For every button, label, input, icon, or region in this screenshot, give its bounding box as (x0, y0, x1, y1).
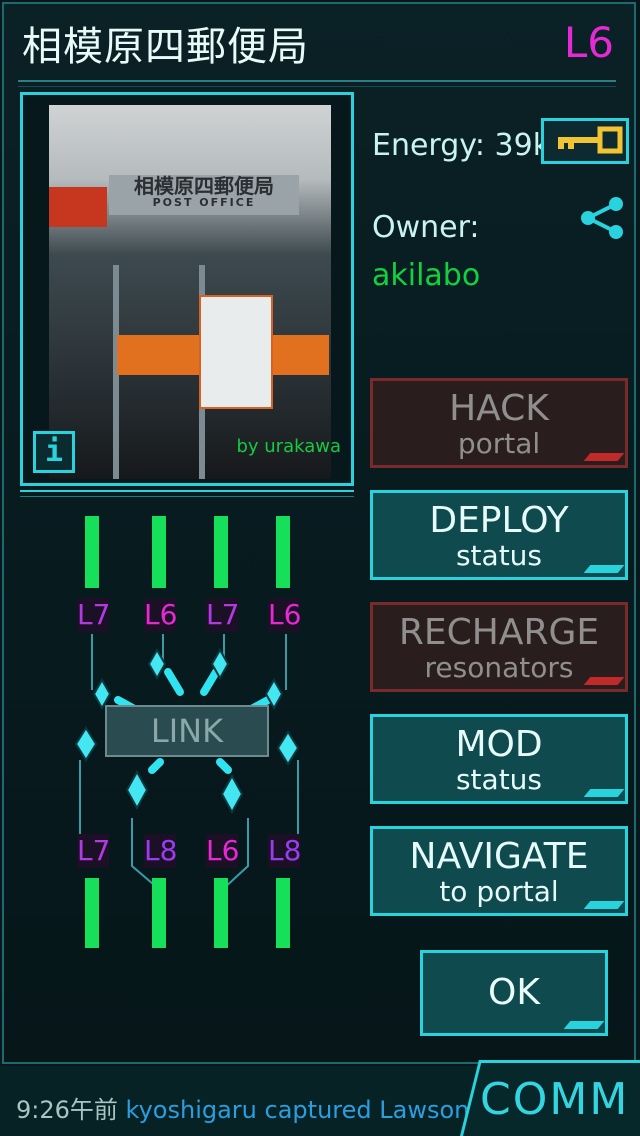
portal-level: L6 (563, 18, 614, 67)
energy-label: Energy: (372, 128, 485, 163)
resonator-bar-top-1 (85, 516, 99, 588)
resonator-bar-bottom-3 (214, 878, 228, 948)
ok-button[interactable]: OK (420, 950, 608, 1036)
navigate-button-label: NAVIGATE (409, 836, 589, 877)
ok-button-corner (563, 1021, 605, 1029)
navigate-button-sublabel: to portal (439, 875, 559, 908)
resonator-level-top-2[interactable]: L6 (144, 598, 177, 632)
deploy-button-sublabel: status (455, 539, 543, 572)
comm-tab-label[interactable]: COMM (480, 1074, 629, 1125)
comm-message[interactable]: 9:26午前 kyoshigaru captured Lawson (16, 1090, 469, 1125)
hack-button-corner (583, 453, 625, 461)
info-button[interactable]: i (33, 431, 75, 473)
link-button[interactable]: LINK (105, 705, 269, 757)
mod-button-corner (583, 789, 625, 797)
energy-readout: Energy: 39k (372, 128, 550, 163)
resonator-bar-top-2 (152, 516, 166, 588)
comm-agent[interactable]: kyoshigaru (126, 1096, 257, 1124)
resonator-bar-bottom-2 (152, 878, 166, 948)
photo-sign-en: POST OFFICE (152, 196, 256, 209)
photo-notice-board (199, 295, 273, 409)
resonator-bar-top-4 (276, 516, 290, 588)
navigate-button-corner (583, 901, 625, 909)
hack-button-label: HACK (449, 388, 549, 429)
hack-button-sublabel: portal (457, 427, 541, 460)
resonator-bar-bottom-4 (276, 878, 290, 948)
mod-button-label: MOD (455, 724, 543, 765)
recharge-button-corner (583, 677, 625, 685)
mod-button-sublabel: status (455, 763, 543, 796)
resonator-level-bottom-3[interactable]: L6 (206, 834, 239, 868)
info-icon: i (44, 434, 64, 469)
resonator-level-bottom-2[interactable]: L8 (144, 834, 177, 868)
navigate-button[interactable]: NAVIGATE to portal (370, 826, 628, 916)
portal-photo[interactable]: 相模原四郵便局 POST OFFICE (49, 105, 331, 479)
resonator-level-bottom-4[interactable]: L8 (268, 834, 301, 868)
portal-title: 相模原四郵便局 (22, 24, 309, 70)
ok-button-label: OK (488, 972, 540, 1013)
deploy-button-label: DEPLOY (429, 500, 569, 541)
photo-credit: by urakawa (236, 436, 341, 457)
key-button[interactable] (541, 118, 629, 164)
resonator-level-top-3[interactable]: L7 (206, 598, 239, 632)
owner-label: Owner: (372, 210, 480, 245)
resonator-bar-bottom-1 (85, 878, 99, 948)
photo-underline-secondary (20, 496, 354, 497)
photo-underline (20, 490, 354, 492)
mod-button[interactable]: MOD status (370, 714, 628, 804)
recharge-button[interactable]: RECHARGE resonators (370, 602, 628, 692)
recharge-button-label: RECHARGE (398, 612, 600, 653)
resonator-level-top-1[interactable]: L7 (77, 598, 110, 632)
resonator-level-bottom-1[interactable]: L7 (77, 834, 110, 868)
resonator-bar-top-3 (214, 516, 228, 588)
owner-name[interactable]: akilabo (372, 258, 480, 293)
key-icon (558, 126, 623, 154)
resonator-level-top-4[interactable]: L6 (268, 598, 301, 632)
deploy-button[interactable]: DEPLOY status (370, 490, 628, 580)
photo-sign-jp: 相模原四郵便局 (134, 174, 274, 198)
title-divider (18, 80, 616, 82)
hack-button[interactable]: HACK portal (370, 378, 628, 468)
photo-red-sign (49, 187, 107, 227)
comm-action: captured Lawson (264, 1096, 470, 1124)
comm-time: 9:26午前 (16, 1096, 118, 1124)
recharge-button-sublabel: resonators (424, 651, 574, 684)
photo-building-sign: 相模原四郵便局 POST OFFICE (109, 175, 299, 215)
title-divider-secondary (18, 86, 616, 87)
deploy-button-corner (583, 565, 625, 573)
portal-photo-frame[interactable]: 相模原四郵便局 POST OFFICE by urakawa i (20, 92, 354, 486)
resonator-diagram: L7 L6 L7 L6 LINK L7 L8 L6 L8 (20, 500, 360, 960)
share-icon[interactable] (578, 194, 626, 242)
